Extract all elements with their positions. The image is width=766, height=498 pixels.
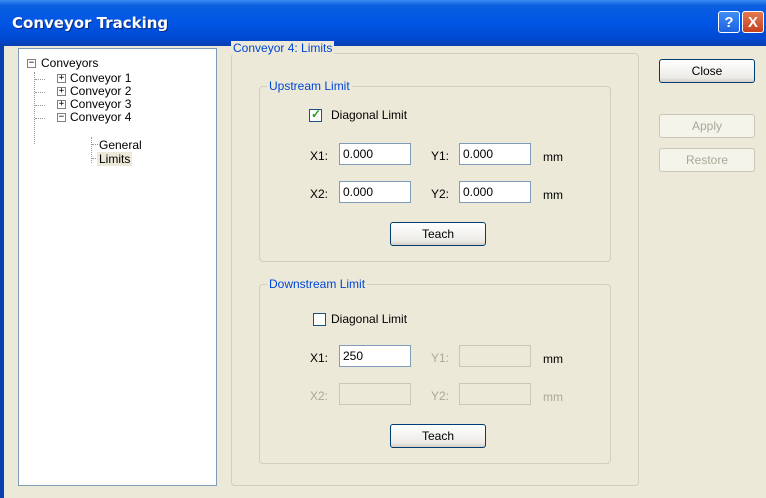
downstream-group-title: Downstream Limit xyxy=(267,277,368,291)
check-icon: ✓ xyxy=(311,107,322,121)
upstream-x2-input[interactable]: 0.000 xyxy=(339,181,411,203)
tree-item-conveyor-4[interactable]: Conveyor 4 xyxy=(70,110,131,124)
tree-line xyxy=(35,79,45,80)
downstream-y2-input[interactable] xyxy=(459,383,531,405)
upstream-y2-label: Y2: xyxy=(431,187,450,201)
restore-button[interactable]: Restore xyxy=(659,148,755,172)
expand-icon[interactable]: + xyxy=(57,74,66,83)
tree-line xyxy=(35,118,45,119)
tree-item-general[interactable]: General xyxy=(99,138,142,152)
tree-line xyxy=(34,72,35,144)
title-bar[interactable]: Conveyor Tracking ? X xyxy=(0,0,766,46)
apply-button[interactable]: Apply xyxy=(659,114,755,138)
upstream-unit-1: mm xyxy=(543,150,563,164)
downstream-y1-input[interactable] xyxy=(459,345,531,367)
tree-item-conveyor-3[interactable]: Conveyor 3 xyxy=(70,97,131,111)
downstream-teach-button[interactable]: Teach xyxy=(390,424,486,448)
downstream-x1-input[interactable]: 250 xyxy=(339,345,411,367)
upstream-group-title: Upstream Limit xyxy=(267,79,352,93)
collapse-icon[interactable]: − xyxy=(57,113,66,122)
dialog-window: Conveyor Tracking ? X − Conveyors + Conv… xyxy=(0,0,766,498)
expand-icon[interactable]: + xyxy=(57,87,66,96)
collapse-icon[interactable]: − xyxy=(27,59,36,68)
tree-line xyxy=(91,137,92,163)
expand-icon[interactable]: + xyxy=(57,100,66,109)
upstream-y2-input[interactable]: 0.000 xyxy=(459,181,531,203)
tree-line xyxy=(35,105,45,106)
upstream-diagonal-label: Diagonal Limit xyxy=(331,108,408,122)
downstream-unit-2: mm xyxy=(543,390,563,404)
upstream-x1-input[interactable]: 0.000 xyxy=(339,143,411,165)
tree-item-conveyor-1[interactable]: Conveyor 1 xyxy=(70,71,131,85)
downstream-diagonal-label: Diagonal Limit xyxy=(331,312,408,326)
downstream-y1-label: Y1: xyxy=(431,351,450,365)
tree-line xyxy=(92,144,98,145)
tree-item-conveyors[interactable]: Conveyors xyxy=(41,56,98,70)
window-title: Conveyor Tracking xyxy=(12,14,169,32)
upstream-x1-label: X1: xyxy=(310,149,329,163)
tree-item-limits[interactable]: Limits xyxy=(97,152,133,166)
tree-item-conveyor-2[interactable]: Conveyor 2 xyxy=(70,84,131,98)
close-window-button[interactable]: X xyxy=(742,11,764,33)
downstream-x1-label: X1: xyxy=(310,351,329,365)
close-button[interactable]: Close xyxy=(659,59,755,83)
downstream-x2-input[interactable] xyxy=(339,383,411,405)
conveyor-tree[interactable]: − Conveyors + Conveyor 1 + Conveyor 2 + … xyxy=(18,48,217,486)
upstream-diagonal-checkbox[interactable]: ✓ xyxy=(309,107,322,122)
downstream-unit-1: mm xyxy=(543,352,563,366)
upstream-y1-input[interactable]: 0.000 xyxy=(459,143,531,165)
downstream-x2-label: X2: xyxy=(310,389,329,403)
help-button[interactable]: ? xyxy=(718,11,740,33)
upstream-y1-label: Y1: xyxy=(431,149,450,163)
upstream-unit-2: mm xyxy=(543,188,563,202)
upstream-teach-button[interactable]: Teach xyxy=(390,222,486,246)
downstream-y2-label: Y2: xyxy=(431,389,450,403)
tree-line xyxy=(35,92,45,93)
window-frame-left xyxy=(0,46,4,498)
upstream-x2-label: X2: xyxy=(310,187,329,201)
downstream-diagonal-checkbox[interactable] xyxy=(313,313,326,326)
limits-group-title: Conveyor 4: Limits xyxy=(231,41,335,55)
